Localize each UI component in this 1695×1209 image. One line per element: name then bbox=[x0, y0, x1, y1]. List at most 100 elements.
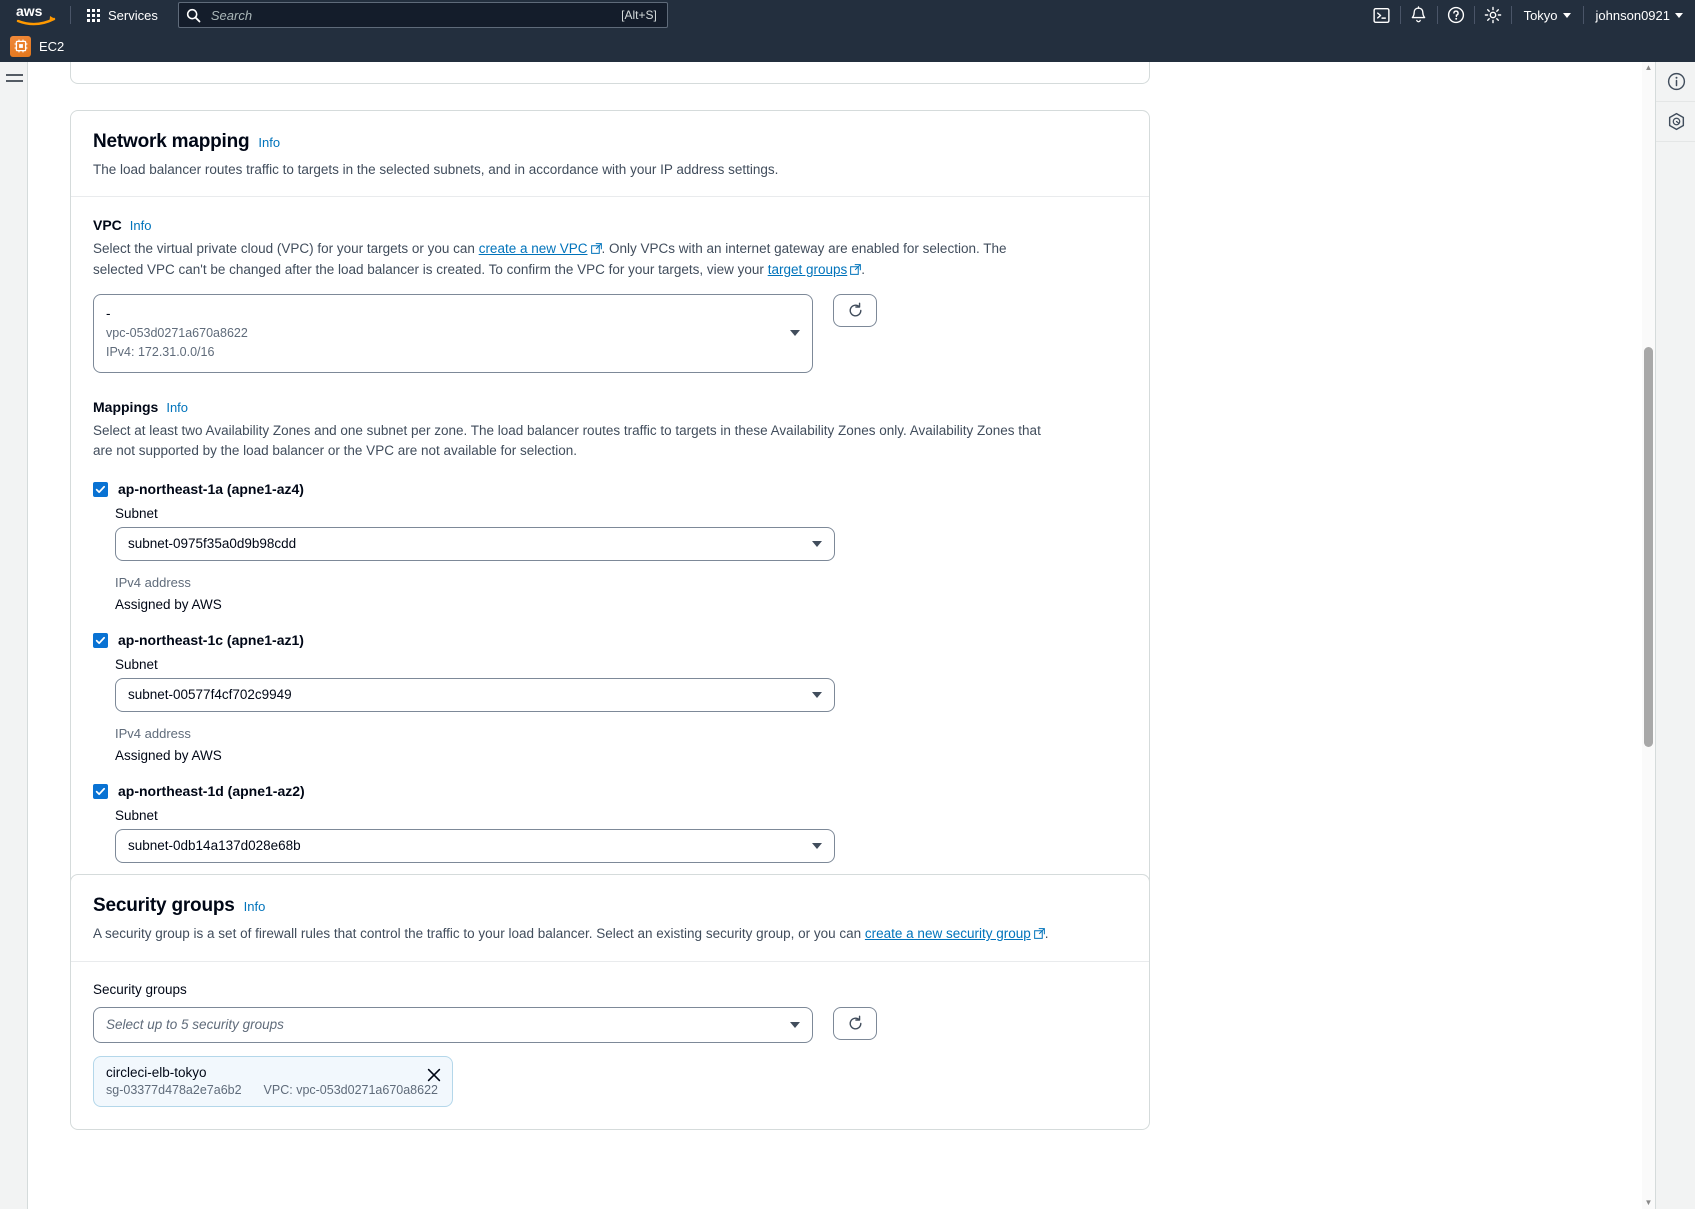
vpc-desc-part3: . bbox=[861, 262, 865, 277]
scroll-down-arrow[interactable]: ▼ bbox=[1644, 1199, 1653, 1207]
right-help-rail bbox=[1655, 62, 1695, 1209]
sg-desc-part1: A security group is a set of firewall ru… bbox=[93, 926, 865, 941]
availability-zone-row: ap-northeast-1c (apne1-az1) Subnet subne… bbox=[93, 632, 1127, 763]
security-groups-description: A security group is a set of firewall ru… bbox=[93, 924, 1127, 945]
ipv4-address-value: Assigned by AWS bbox=[115, 597, 1127, 612]
search-icon bbox=[179, 8, 209, 23]
subnet-label: Subnet bbox=[115, 657, 1127, 672]
scroll-up-arrow[interactable]: ▲ bbox=[1644, 64, 1653, 72]
svg-text:aws: aws bbox=[16, 3, 43, 19]
refresh-icon bbox=[847, 1015, 864, 1032]
network-mapping-description: The load balancer routes traffic to targ… bbox=[93, 160, 1127, 180]
security-groups-placeholder: Select up to 5 security groups bbox=[106, 1017, 284, 1032]
global-search-box[interactable]: [Alt+S] bbox=[178, 2, 668, 28]
vpc-refresh-button[interactable] bbox=[833, 294, 877, 327]
chevron-down-icon bbox=[812, 843, 822, 849]
notifications-bell-icon[interactable] bbox=[1401, 0, 1437, 30]
target-groups-link[interactable]: target groups bbox=[768, 262, 848, 277]
region-selector[interactable]: Tokyo bbox=[1512, 0, 1583, 30]
refresh-icon bbox=[847, 302, 864, 319]
vpc-desc-part1: Select the virtual private cloud (VPC) f… bbox=[93, 241, 479, 256]
service-name-label: EC2 bbox=[39, 39, 64, 54]
vpc-field-label: VPC bbox=[93, 217, 122, 233]
ipv4-address-label: IPv4 address bbox=[115, 726, 1127, 741]
network-mapping-panel: Network mapping Info The load balancer r… bbox=[70, 110, 1150, 937]
ec2-icon bbox=[10, 36, 31, 57]
security-groups-header: Security groups Info A security group is… bbox=[71, 875, 1149, 962]
subnet-select[interactable]: subnet-0975f35a0d9b98cdd bbox=[115, 527, 835, 561]
sg-desc-part2: . bbox=[1045, 926, 1049, 941]
account-menu[interactable]: johnson0921 bbox=[1584, 0, 1695, 30]
main-content-area: Includes IPv4 and IPv6 addresses. Networ… bbox=[28, 62, 1642, 1209]
availability-zone-row: ap-northeast-1a (apne1-az4) Subnet subne… bbox=[93, 481, 1127, 612]
vpc-selected-id: vpc-053d0271a670a8622 bbox=[106, 324, 778, 343]
ipv4-address-value: Assigned by AWS bbox=[115, 748, 1127, 763]
subnet-select[interactable]: subnet-0db14a137d028e68b bbox=[115, 829, 835, 863]
security-groups-panel: Security groups Info A security group is… bbox=[70, 874, 1150, 1130]
network-mapping-header: Network mapping Info The load balancer r… bbox=[71, 111, 1149, 197]
az-checkbox[interactable] bbox=[93, 784, 108, 799]
page-vertical-scrollbar[interactable]: ▲ ▼ bbox=[1642, 62, 1655, 1209]
external-link-icon bbox=[591, 240, 602, 260]
vpc-selected-cidr: IPv4: 172.31.0.0/16 bbox=[106, 343, 778, 362]
service-breadcrumb-bar: EC2 bbox=[0, 30, 1695, 62]
services-menu-button[interactable]: Services bbox=[77, 2, 168, 28]
external-link-icon bbox=[1034, 925, 1045, 945]
remove-security-group-close-icon[interactable] bbox=[426, 1067, 442, 1083]
nav-right-cluster: Tokyo johnson0921 bbox=[1364, 0, 1695, 30]
az-checkbox[interactable] bbox=[93, 633, 108, 648]
create-new-vpc-link[interactable]: create a new VPC bbox=[479, 241, 588, 256]
chevron-down-icon bbox=[812, 692, 822, 698]
vpc-info-link[interactable]: Info bbox=[130, 218, 152, 233]
aws-logo[interactable]: aws bbox=[8, 0, 64, 30]
security-group-token-vpc: VPC: vpc-053d0271a670a8622 bbox=[264, 1083, 438, 1097]
network-mapping-body: VPC Info Select the virtual private clou… bbox=[71, 197, 1149, 937]
search-input[interactable] bbox=[209, 7, 621, 24]
vpc-selected-name: - bbox=[106, 304, 778, 324]
ip-address-note: Includes IPv4 and IPv6 addresses. bbox=[109, 62, 309, 63]
scrollbar-thumb[interactable] bbox=[1644, 347, 1653, 747]
cloudshell-icon[interactable] bbox=[1364, 0, 1400, 30]
security-groups-refresh-button[interactable] bbox=[833, 1007, 877, 1040]
vpc-select[interactable]: - vpc-053d0271a670a8622 IPv4: 172.31.0.0… bbox=[93, 294, 813, 373]
chevron-down-icon bbox=[790, 330, 800, 336]
mappings-info-link[interactable]: Info bbox=[166, 400, 188, 415]
chevron-down-icon bbox=[790, 1022, 800, 1028]
menu-hamburger-icon[interactable] bbox=[6, 74, 23, 86]
settings-gear-icon[interactable] bbox=[1475, 0, 1511, 30]
chevron-down-icon bbox=[1563, 13, 1571, 18]
az-name-label: ap-northeast-1a (apne1-az4) bbox=[118, 481, 304, 497]
security-groups-info-link[interactable]: Info bbox=[244, 899, 266, 914]
security-group-token-name: circleci-elb-tokyo bbox=[106, 1065, 440, 1080]
shield-clock-icon[interactable] bbox=[1656, 102, 1695, 142]
external-link-icon bbox=[850, 261, 861, 281]
network-mapping-info-link[interactable]: Info bbox=[258, 135, 280, 150]
ipv4-address-label: IPv4 address bbox=[115, 575, 1127, 590]
security-groups-select[interactable]: Select up to 5 security groups bbox=[93, 1007, 813, 1043]
mappings-field-label: Mappings bbox=[93, 399, 158, 415]
security-group-token: circleci-elb-tokyo sg-03377d478a2e7a6b2 … bbox=[93, 1056, 453, 1107]
ec2-service-link[interactable]: EC2 bbox=[10, 36, 64, 57]
vpc-field-description: Select the virtual private cloud (VPC) f… bbox=[93, 239, 1053, 282]
subnet-select[interactable]: subnet-00577f4cf702c9949 bbox=[115, 678, 835, 712]
security-group-token-id: sg-03377d478a2e7a6b2 bbox=[106, 1083, 242, 1097]
grid-waffle-icon bbox=[87, 9, 100, 22]
subnet-label: Subnet bbox=[115, 506, 1127, 521]
left-navigation-rail bbox=[0, 62, 28, 1209]
search-shortcut-hint: [Alt+S] bbox=[621, 8, 667, 22]
vpc-select-row: - vpc-053d0271a670a8622 IPv4: 172.31.0.0… bbox=[93, 294, 1127, 373]
global-navigation-bar: aws Services [Alt+S] bbox=[0, 0, 1695, 30]
create-new-security-group-link[interactable]: create a new security group bbox=[865, 926, 1031, 941]
info-circle-icon[interactable] bbox=[1656, 62, 1695, 102]
subnet-selected-value: subnet-0975f35a0d9b98cdd bbox=[128, 536, 296, 551]
chevron-down-icon bbox=[1675, 13, 1683, 18]
subnet-selected-value: subnet-00577f4cf702c9949 bbox=[128, 687, 292, 702]
az-checkbox[interactable] bbox=[93, 482, 108, 497]
page-title: Network mapping bbox=[93, 131, 249, 153]
nav-divider bbox=[70, 6, 71, 24]
mappings-block: Mappings Info Select at least two Availa… bbox=[93, 399, 1127, 915]
help-question-icon[interactable] bbox=[1438, 0, 1474, 30]
az-name-label: ap-northeast-1c (apne1-az1) bbox=[118, 632, 304, 648]
security-groups-body: Security groups Select up to 5 security … bbox=[71, 962, 1149, 1129]
security-groups-field-label: Security groups bbox=[93, 982, 1127, 997]
